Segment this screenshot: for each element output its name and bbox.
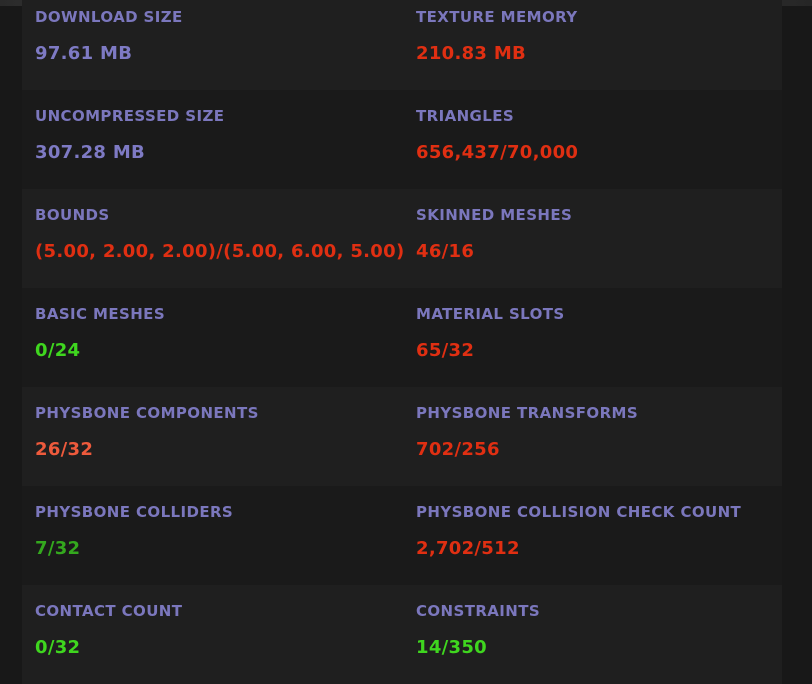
stat-value: 307.28 MB <box>35 142 146 163</box>
stat-row: PHYSBONE COMPONENTS 26/32 PHYSBONE TRANS… <box>22 387 782 486</box>
stat-value: (5.00, 2.00, 2.00)/(5.00, 6.00, 5.00) <box>35 241 405 262</box>
stat-row: UNCOMPRESSED SIZE 307.28 MB TRIANGLES 65… <box>22 90 782 189</box>
stat-value: 26/32 <box>35 439 94 460</box>
stat-label: UNCOMPRESSED SIZE <box>35 107 225 125</box>
stat-basic-meshes: BASIC MESHES 0/24 <box>22 288 402 387</box>
stat-row: PHYSBONE COLLIDERS 7/32 PHYSBONE COLLISI… <box>22 486 782 585</box>
stat-value: 702/256 <box>416 439 500 460</box>
stat-value: 210.83 MB <box>416 43 527 64</box>
stat-row: DOWNLOAD SIZE 97.61 MB TEXTURE MEMORY 21… <box>22 0 782 90</box>
stat-physbone-collision-check-count: PHYSBONE COLLISION CHECK COUNT 2,702/512 <box>402 486 782 585</box>
stat-value: 14/350 <box>416 637 487 658</box>
stat-value: 46/16 <box>416 241 475 262</box>
stat-texture-memory: TEXTURE MEMORY 210.83 MB <box>402 0 782 90</box>
stat-physbone-components: PHYSBONE COMPONENTS 26/32 <box>22 387 402 486</box>
avatar-performance-stats: DOWNLOAD SIZE 97.61 MB TEXTURE MEMORY 21… <box>22 0 782 684</box>
stat-constraints: CONSTRAINTS 14/350 <box>402 585 782 684</box>
stat-bounds: BOUNDS (5.00, 2.00, 2.00)/(5.00, 6.00, 5… <box>22 189 405 288</box>
stat-label: CONTACT COUNT <box>35 602 183 620</box>
stat-physbone-transforms: PHYSBONE TRANSFORMS 702/256 <box>402 387 782 486</box>
stat-value: 2,702/512 <box>416 538 520 559</box>
stat-label: PHYSBONE COMPONENTS <box>35 404 259 422</box>
stat-label: PHYSBONE TRANSFORMS <box>416 404 639 422</box>
stat-label: TEXTURE MEMORY <box>416 8 578 26</box>
stat-physbone-colliders: PHYSBONE COLLIDERS 7/32 <box>22 486 402 585</box>
stat-value: 97.61 MB <box>35 43 133 64</box>
stat-value: 0/24 <box>35 340 81 361</box>
stat-value: 656,437/70,000 <box>416 142 579 163</box>
stat-triangles: TRIANGLES 656,437/70,000 <box>402 90 782 189</box>
stat-row: BASIC MESHES 0/24 MATERIAL SLOTS 65/32 <box>22 288 782 387</box>
stat-material-slots: MATERIAL SLOTS 65/32 <box>402 288 782 387</box>
stat-label: PHYSBONE COLLISION CHECK COUNT <box>416 503 742 521</box>
stat-label: CONSTRAINTS <box>416 602 541 620</box>
stat-value: 0/32 <box>35 637 81 658</box>
stat-skinned-meshes: SKINNED MESHES 46/16 <box>402 189 782 288</box>
stat-label: DOWNLOAD SIZE <box>35 8 183 26</box>
stat-row: BOUNDS (5.00, 2.00, 2.00)/(5.00, 6.00, 5… <box>22 189 782 288</box>
stat-uncompressed-size: UNCOMPRESSED SIZE 307.28 MB <box>22 90 402 189</box>
stat-download-size: DOWNLOAD SIZE 97.61 MB <box>22 0 402 90</box>
stat-label: TRIANGLES <box>416 107 515 125</box>
stat-value: 7/32 <box>35 538 81 559</box>
stat-row: CONTACT COUNT 0/32 CONSTRAINTS 14/350 <box>22 585 782 684</box>
stat-label: BOUNDS <box>35 206 110 224</box>
stat-label: BASIC MESHES <box>35 305 166 323</box>
stat-label: MATERIAL SLOTS <box>416 305 565 323</box>
stat-label: PHYSBONE COLLIDERS <box>35 503 234 521</box>
stat-value: 65/32 <box>416 340 475 361</box>
stat-label: SKINNED MESHES <box>416 206 573 224</box>
stat-contact-count: CONTACT COUNT 0/32 <box>22 585 402 684</box>
